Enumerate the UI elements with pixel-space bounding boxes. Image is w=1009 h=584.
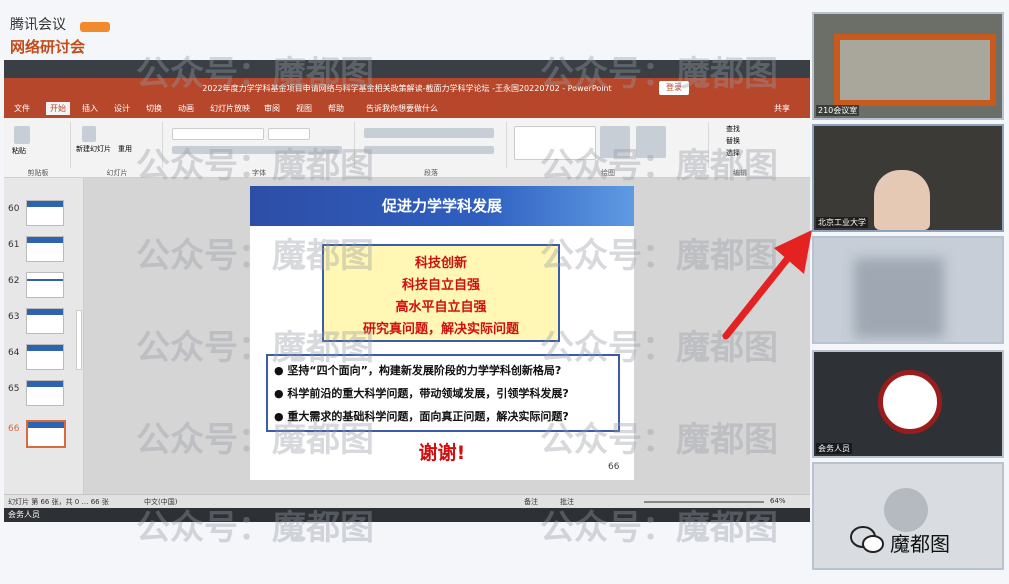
notes-button[interactable]: 备注 — [524, 497, 538, 507]
tab-insert[interactable]: 插入 — [82, 103, 98, 114]
share-button[interactable]: 共享 — [774, 103, 790, 114]
university-logo-icon — [878, 370, 942, 434]
paragraph-icons[interactable] — [364, 128, 494, 138]
thumb-number: 65 — [8, 384, 20, 394]
participant-tile[interactable]: 北京工业大学 — [812, 124, 1004, 232]
keyword: 高水平自立自强 — [395, 300, 487, 315]
tab-slideshow[interactable]: 幻灯片放映 — [210, 103, 250, 114]
watermark: 公众号：魔都图 — [136, 54, 374, 94]
app-logo: 腾讯会议 网络研讨会 — [10, 14, 110, 60]
wechat-icon — [850, 526, 884, 553]
thumb-number: 63 — [8, 312, 20, 322]
watermark: 公众号：魔都图 — [136, 236, 374, 276]
thumb-number: 62 — [8, 276, 20, 286]
channel-name: 魔都图 — [890, 532, 950, 556]
slide-thumbnail[interactable] — [26, 380, 64, 406]
watermark: 公众号：魔都图 — [136, 420, 374, 460]
group-paragraph: 段落 — [356, 122, 507, 177]
watermark: 公众号：魔都图 — [136, 328, 374, 368]
tab-help[interactable]: 帮助 — [328, 103, 344, 114]
slide-count: 幻灯片 第 66 张，共 0 … 66 张 — [8, 498, 109, 506]
speaker-video — [874, 170, 930, 230]
thumb-number: 61 — [8, 240, 20, 250]
thumbnails-scrollbar[interactable] — [76, 310, 82, 370]
watermark: 公众号：魔都图 — [540, 146, 778, 186]
ribbon-tabs: 文件 开始 插入 设计 切换 动画 幻灯片放映 审阅 视图 帮助 告诉我你想要做… — [4, 100, 810, 118]
slide-thumbnails-pane[interactable]: 60 61 62 63 64 65 66 — [4, 178, 84, 494]
tab-design[interactable]: 设计 — [114, 103, 130, 114]
watermark: 公众号：魔都图 — [540, 54, 778, 94]
reuse-slides-label[interactable]: 重用 — [118, 144, 132, 154]
participant-panel: 210会议室 北京工业大学 会务人员 — [812, 12, 1004, 578]
app-subtitle: 网络研讨会 — [10, 38, 86, 56]
watermark: 公众号：魔都图 — [540, 420, 778, 460]
thumb-number: 60 — [8, 204, 20, 214]
participant-name: 210会议室 — [816, 105, 860, 116]
conference-room-video — [834, 34, 996, 106]
bullet-item: ● 科学前沿的重大科学问题，带动领域发展，引领学科发展? — [274, 387, 569, 400]
slide-title: 促进力学学科发展 — [381, 197, 502, 215]
participant-name: 北京工业大学 — [816, 217, 868, 228]
alignment-icons[interactable] — [364, 146, 494, 154]
new-slide-icon[interactable] — [82, 126, 96, 142]
tab-transitions[interactable]: 切换 — [146, 103, 162, 114]
participant-tile[interactable] — [812, 236, 1004, 344]
watermark: 公众号：魔都图 — [136, 508, 374, 548]
participant-tile[interactable]: 210会议室 — [812, 12, 1004, 120]
tab-animations[interactable]: 动画 — [178, 103, 194, 114]
blurred-video — [854, 258, 944, 338]
slide-thumbnail-active[interactable] — [26, 420, 66, 448]
tab-home[interactable]: 开始 — [46, 102, 70, 115]
group-label: 剪贴板 — [27, 169, 49, 177]
tab-review[interactable]: 审阅 — [264, 103, 280, 114]
tell-me-search[interactable]: 告诉我你想要做什么 — [366, 103, 438, 114]
tab-view[interactable]: 视图 — [296, 103, 312, 114]
slide-number: 66 — [608, 462, 620, 472]
watermark: 公众号：魔都图 — [540, 508, 778, 548]
slide-thumbnail[interactable] — [26, 272, 64, 298]
group-label: 段落 — [424, 169, 438, 177]
find-button[interactable]: 查找 — [726, 124, 740, 134]
red-arrow-icon — [722, 230, 812, 340]
tab-file[interactable]: 文件 — [14, 103, 30, 114]
thumb-number: 64 — [8, 348, 20, 358]
slide-thumbnail[interactable] — [26, 344, 64, 370]
channel-logo: 魔都图 — [850, 522, 980, 558]
paste-icon[interactable] — [14, 126, 30, 144]
participant-tile[interactable]: 会务人员 — [812, 350, 1004, 458]
slide-thumbnail[interactable] — [26, 236, 64, 262]
logo-badge — [80, 22, 110, 32]
group-clipboard: 粘贴 剪贴板 — [6, 122, 71, 177]
watermark: 公众号：魔都图 — [136, 146, 374, 186]
new-slide-label: 新建幻灯片 — [76, 145, 111, 153]
thumb-number-active: 66 — [8, 424, 20, 434]
participant-name: 会务人员 — [816, 443, 852, 454]
slide-thumbnail[interactable] — [26, 200, 64, 226]
paste-label: 粘贴 — [12, 147, 26, 155]
slide-thumbnail[interactable] — [26, 308, 64, 334]
presenter-name: 会务人员 — [8, 510, 40, 519]
